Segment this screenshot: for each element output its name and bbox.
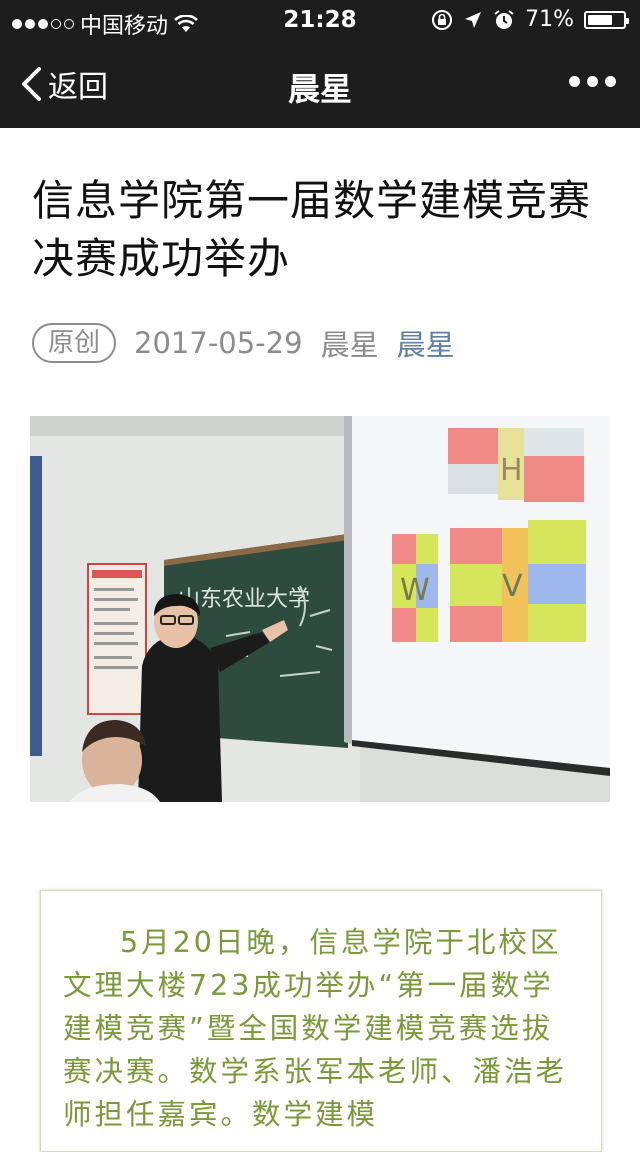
- location-icon: [465, 11, 482, 28]
- back-button[interactable]: 返回: [20, 62, 108, 106]
- article-body-box: 5月20日晚，信息学院于北校区文理大楼723成功举办“第一届数学建模竞赛”暨全国…: [40, 890, 602, 1152]
- status-bar: 中国移动 21:28 71%: [0, 0, 640, 40]
- more-options-button[interactable]: [569, 76, 616, 87]
- article-body-text: 5月20日晚，信息学院于北校区文理大楼723成功举办“第一届数学建模竞赛”暨全国…: [63, 926, 568, 1131]
- rotation-lock-icon: [432, 9, 453, 30]
- slide-letter-w: W: [400, 573, 430, 608]
- navigation-bar: 返回 晨星: [0, 40, 640, 128]
- chevron-left-icon: [22, 67, 41, 101]
- back-label: 返回: [48, 70, 108, 105]
- more-dot-icon: [605, 76, 616, 87]
- account-link[interactable]: 晨星: [397, 322, 455, 364]
- status-right: 71%: [431, 7, 629, 32]
- original-tag: 原创: [32, 323, 117, 363]
- publish-date: 2017-05-29: [134, 326, 303, 360]
- article-title: 信息学院第一届数学建模竞赛决赛成功举办: [32, 176, 592, 283]
- alarm-icon: [494, 9, 514, 29]
- slide-letter-v: V: [502, 569, 523, 604]
- article-meta: 原创 2017-05-29 晨星 晨星: [32, 322, 455, 364]
- battery-icon: [584, 10, 629, 29]
- photo-scene: 山东农业大学 H W V: [30, 416, 610, 802]
- battery-percent: 71%: [525, 7, 574, 32]
- more-dot-icon: [587, 76, 598, 87]
- more-dot-icon: [569, 76, 580, 87]
- author-name: 晨星: [320, 328, 379, 362]
- slide-letter-h: H: [500, 453, 523, 488]
- article-photo: 山东农业大学 H W V: [30, 416, 610, 802]
